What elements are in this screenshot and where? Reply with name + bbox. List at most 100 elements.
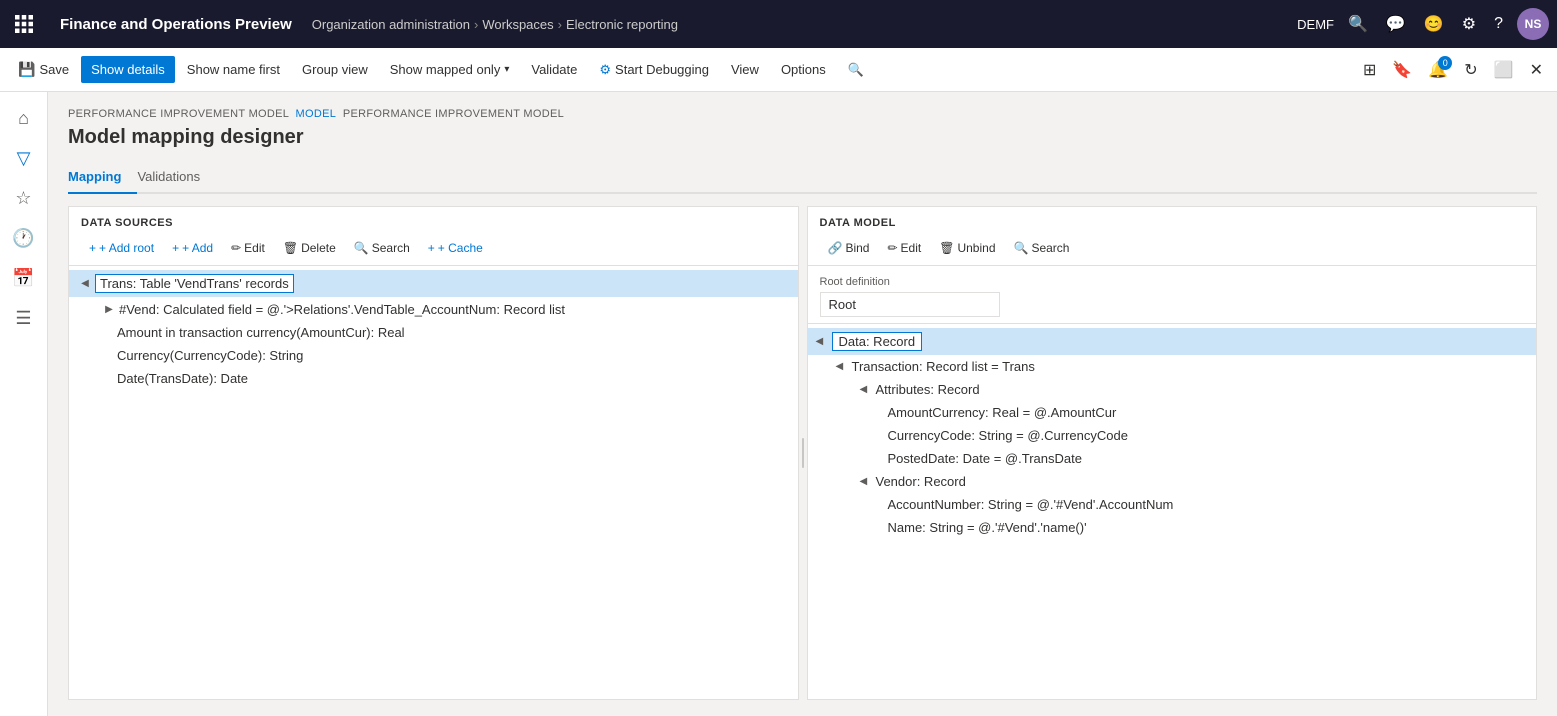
topbar: Finance and Operations Preview Organizat… <box>0 0 1557 48</box>
grid-icon-btn[interactable]: ⊞ <box>1357 54 1382 86</box>
open-external-icon-btn[interactable]: ⬜ <box>1488 54 1520 86</box>
bell-icon-btn[interactable]: 🔔0 <box>1422 54 1454 86</box>
tree-toggle-vend[interactable]: ▶ <box>101 301 117 317</box>
tab-validations[interactable]: Validations <box>137 161 216 194</box>
dm-item-vendor[interactable]: ◀ Vendor: Record <box>808 470 1537 493</box>
delete-icon: 🗑 <box>283 241 298 255</box>
comment-icon[interactable]: 💬 <box>1382 10 1410 38</box>
bookmark-icon-btn[interactable]: 🔖 <box>1386 54 1418 86</box>
show-name-first-button[interactable]: Show name first <box>177 56 290 83</box>
close-icon-btn[interactable]: ✕ <box>1524 54 1549 86</box>
content-area: PERFORMANCE IMPROVEMENT MODEL MODEL PERF… <box>48 92 1557 716</box>
tree-item-currency[interactable]: Currency(CurrencyCode): String <box>69 344 798 367</box>
search-dm-button[interactable]: 🔍 Search <box>1006 237 1078 259</box>
dm-data-label: Data: Record <box>832 332 923 351</box>
bind-button[interactable]: 🔗 Bind <box>820 237 878 259</box>
data-sources-toolbar: + + Add root + + Add ✏ Edit 🗑 <box>81 237 786 259</box>
edit-ds-icon: ✏ <box>231 241 241 255</box>
tab-mapping[interactable]: Mapping <box>68 161 137 194</box>
page-title: Model mapping designer <box>68 126 1537 149</box>
tabs: Mapping Validations <box>68 161 1537 194</box>
sidebar-item-list[interactable]: ☰ <box>6 300 42 336</box>
dm-attributes-label: Attributes: Record <box>876 382 980 397</box>
date-label: Date(TransDate): Date <box>117 371 248 386</box>
root-definition-label: Root definition <box>820 276 1525 288</box>
group-view-button[interactable]: Group view <box>292 56 378 83</box>
tree-toggle-trans[interactable]: ◀ <box>77 276 93 292</box>
split-pane: DATA SOURCES + + Add root + + Add ✏ Edit <box>68 206 1537 700</box>
data-model-body: ◀ Data: Record ◀ Transaction: Record lis… <box>808 324 1537 699</box>
save-button[interactable]: 💾 Save <box>8 55 79 84</box>
tree-item-amount[interactable]: Amount in transaction currency(AmountCur… <box>69 321 798 344</box>
data-model-toolbar: 🔗 Bind ✏ Edit 🗑 Unbind 🔍 <box>820 237 1525 259</box>
cmd-right-actions: ⊞ 🔖 🔔0 ↻ ⬜ ✕ <box>1357 54 1549 86</box>
view-button[interactable]: View <box>721 56 769 83</box>
data-model-header: DATA MODEL 🔗 Bind ✏ Edit 🗑 Unbind <box>808 207 1537 266</box>
grid-icon[interactable] <box>8 8 40 40</box>
sidebar-item-star[interactable]: ☆ <box>6 180 42 216</box>
start-debugging-button[interactable]: ⚙ Start Debugging <box>589 56 719 84</box>
dm-item-data[interactable]: ◀ Data: Record <box>808 328 1537 355</box>
page-breadcrumb: PERFORMANCE IMPROVEMENT MODEL MODEL PERF… <box>68 108 1537 120</box>
dm-item-attributes[interactable]: ◀ Attributes: Record <box>808 378 1537 401</box>
nav-sep1: › <box>474 17 478 32</box>
dm-posted-date-label: PostedDate: Date = @.TransDate <box>888 451 1082 466</box>
data-model-panel: DATA MODEL 🔗 Bind ✏ Edit 🗑 Unbind <box>807 206 1538 700</box>
sidebar-item-filter[interactable]: ▽ <box>6 140 42 176</box>
panel-splitter[interactable] <box>799 206 807 700</box>
search-cmdbar-icon: 🔍 <box>848 62 864 78</box>
dm-currency-code-label: CurrencyCode: String = @.CurrencyCode <box>888 428 1128 443</box>
add-root-icon: + <box>89 241 96 255</box>
tree-item-date[interactable]: Date(TransDate): Date <box>69 367 798 390</box>
search-ds-button[interactable]: 🔍 Search <box>346 237 418 259</box>
unbind-button[interactable]: 🗑 Unbind <box>931 237 1003 259</box>
help-icon[interactable]: ? <box>1490 11 1507 37</box>
dm-toggle-vendor[interactable]: ◀ <box>860 476 876 487</box>
search-cmdbar-button[interactable]: 🔍 <box>838 56 874 84</box>
nav-org[interactable]: Organization administration <box>312 17 470 32</box>
validate-button[interactable]: Validate <box>521 56 587 83</box>
data-sources-header: DATA SOURCES + + Add root + + Add ✏ Edit <box>69 207 798 266</box>
search-ds-icon: 🔍 <box>354 241 369 255</box>
dm-item-posted-date[interactable]: PostedDate: Date = @.TransDate <box>808 447 1537 470</box>
sidebar: ⌂ ▽ ☆ 🕐 📅 ☰ <box>0 92 48 716</box>
nav-workspaces[interactable]: Workspaces <box>482 17 553 32</box>
nav-electronic[interactable]: Electronic reporting <box>566 17 678 32</box>
notification-badge: 0 <box>1438 56 1452 70</box>
command-bar: 💾 Save Show details Show name first Grou… <box>0 48 1557 92</box>
cache-button[interactable]: + + Cache <box>420 237 491 259</box>
delete-button[interactable]: 🗑 Delete <box>275 237 344 259</box>
add-root-button[interactable]: + + Add root <box>81 237 162 259</box>
breadcrumb-part1: PERFORMANCE IMPROVEMENT MODEL <box>68 108 289 120</box>
refresh-icon-btn[interactable]: ↻ <box>1458 54 1483 86</box>
dm-toggle-transaction[interactable]: ◀ <box>836 361 852 372</box>
show-details-button[interactable]: Show details <box>81 56 175 83</box>
dm-item-amount-currency[interactable]: AmountCurrency: Real = @.AmountCur <box>808 401 1537 424</box>
search-dm-icon: 🔍 <box>1014 241 1029 255</box>
avatar[interactable]: NS <box>1517 8 1549 40</box>
settings-icon[interactable]: ⚙ <box>1458 10 1480 38</box>
search-icon[interactable]: 🔍 <box>1344 10 1372 38</box>
add-button[interactable]: + + Add <box>164 237 221 259</box>
emoji-icon[interactable]: 😊 <box>1420 10 1448 38</box>
edit-datasource-button[interactable]: ✏ Edit <box>223 237 273 259</box>
dm-toggle-data[interactable]: ◀ <box>816 336 832 347</box>
dm-item-currency-code[interactable]: CurrencyCode: String = @.CurrencyCode <box>808 424 1537 447</box>
breadcrumb-highlight[interactable]: MODEL <box>296 108 337 120</box>
edit-dm-button[interactable]: ✏ Edit <box>879 237 929 259</box>
add-icon: + <box>172 241 179 255</box>
dm-toggle-attributes[interactable]: ◀ <box>860 384 876 395</box>
options-button[interactable]: Options <box>771 56 836 83</box>
dm-item-transaction[interactable]: ◀ Transaction: Record list = Trans <box>808 355 1537 378</box>
sidebar-item-clock[interactable]: 🕐 <box>6 220 42 256</box>
tree-item-trans[interactable]: ◀ Trans: Table 'VendTrans' records <box>69 270 798 297</box>
vend-label: #Vend: Calculated field = @.'>Relations'… <box>119 302 565 317</box>
sidebar-item-calendar[interactable]: 📅 <box>6 260 42 296</box>
dm-item-name[interactable]: Name: String = @.'#Vend'.'name()' <box>808 516 1537 539</box>
sidebar-item-home[interactable]: ⌂ <box>6 100 42 136</box>
tree-item-vend[interactable]: ▶ #Vend: Calculated field = @.'>Relation… <box>69 297 798 321</box>
dm-vendor-label: Vendor: Record <box>876 474 966 489</box>
dm-item-account-number[interactable]: AccountNumber: String = @.'#Vend'.Accoun… <box>808 493 1537 516</box>
show-mapped-only-button[interactable]: Show mapped only ▾ <box>380 56 520 83</box>
dm-account-number-label: AccountNumber: String = @.'#Vend'.Accoun… <box>888 497 1174 512</box>
